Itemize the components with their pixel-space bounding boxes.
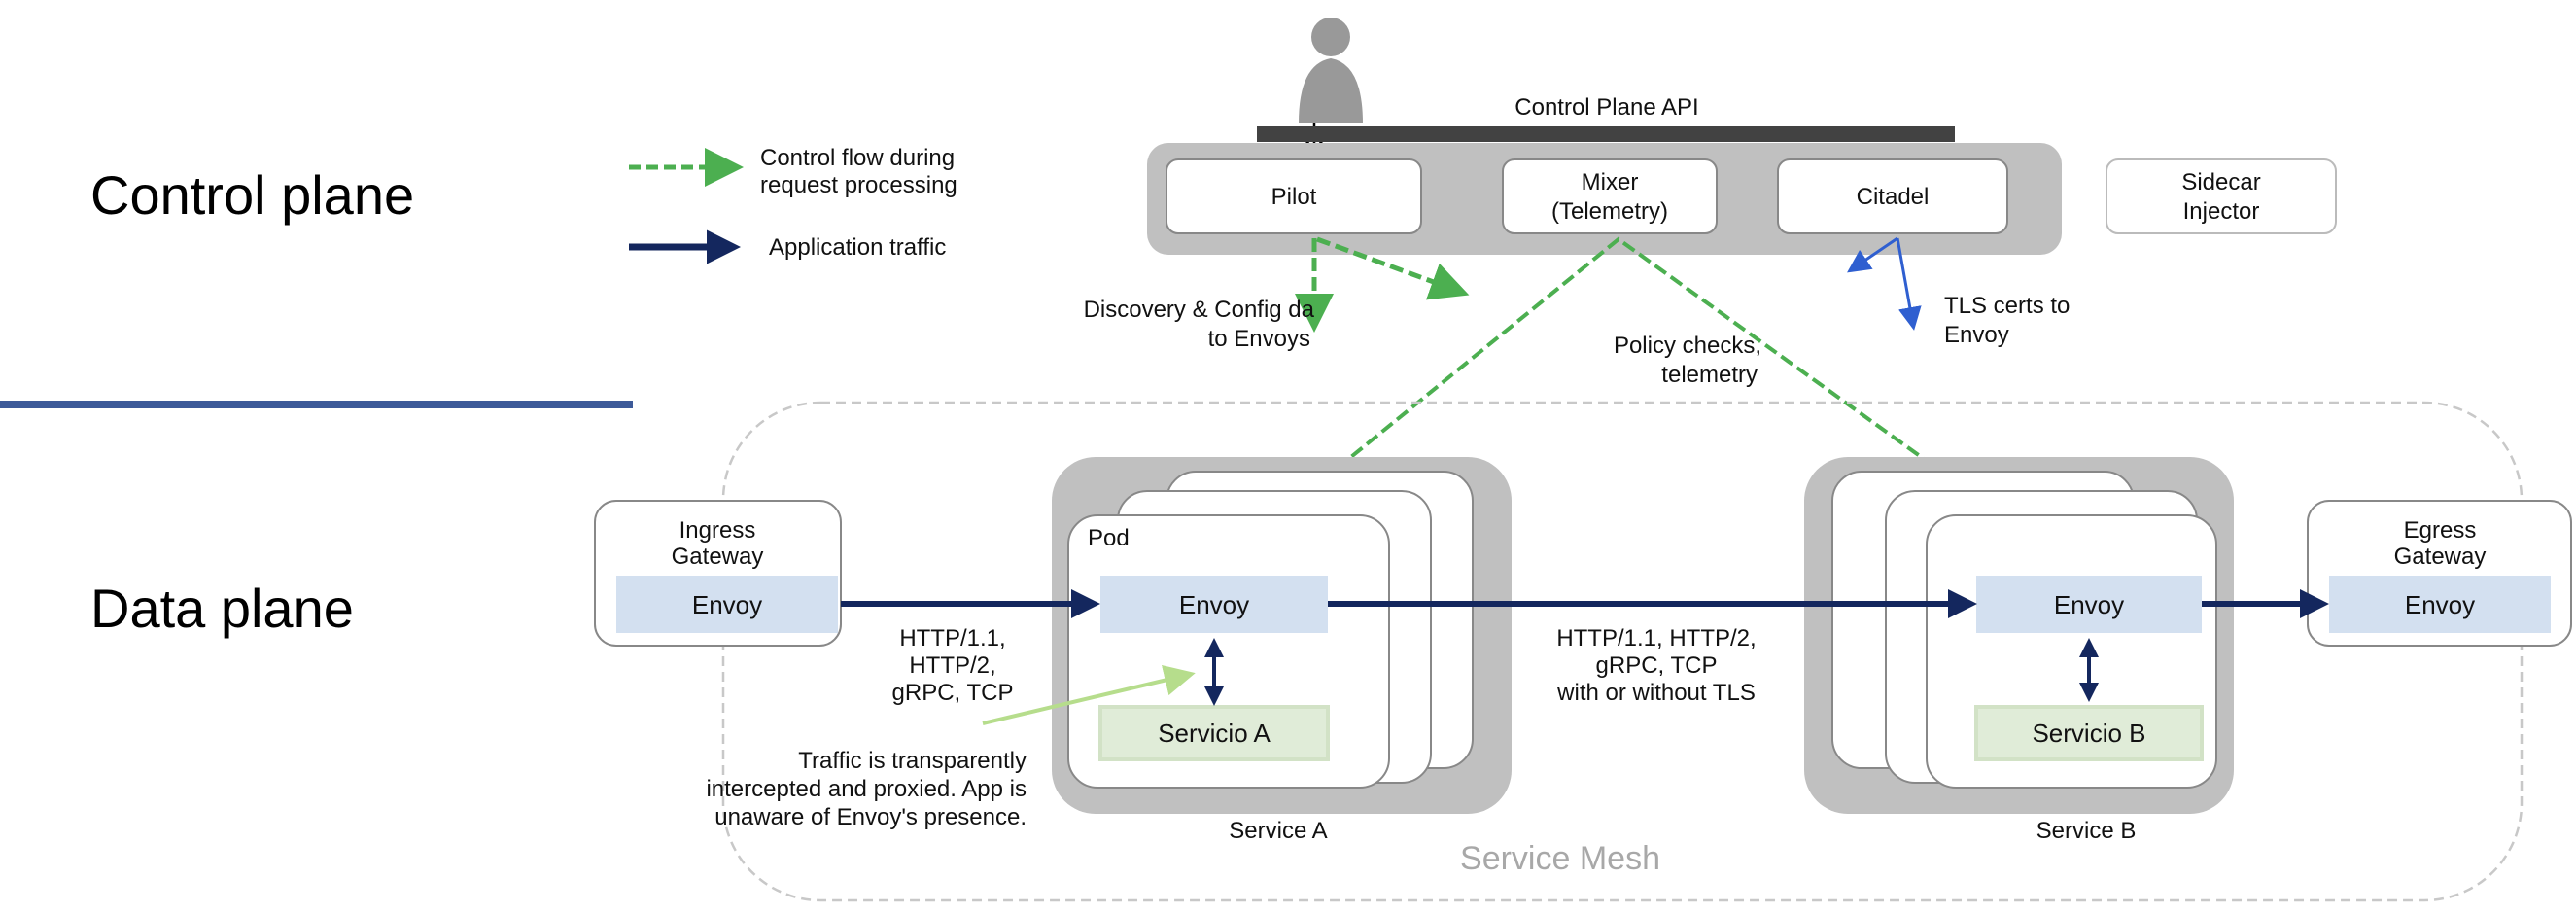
- envoy-b-label: Envoy: [2054, 590, 2124, 619]
- tls-text-2: Envoy: [1944, 322, 2009, 348]
- data-plane-label: Data plane: [90, 578, 354, 639]
- traffic-note-3: unaware of Envoy's presence.: [714, 804, 1027, 830]
- policy-text-2: telemetry: [1661, 362, 1758, 388]
- proto-left-1: HTTP/1.1,: [899, 625, 1005, 651]
- control-plane-api-bar: [1257, 126, 1955, 142]
- pod-label: Pod: [1088, 525, 1130, 551]
- egress-label-1: Egress: [2404, 517, 2477, 544]
- mixer-label-2: (Telemetry): [1551, 198, 1668, 225]
- service-mesh-label: Service Mesh: [1460, 840, 1660, 877]
- ingress-label-2: Gateway: [672, 544, 764, 570]
- egress-envoy-label: Envoy: [2405, 590, 2475, 619]
- plane-divider: [0, 401, 633, 408]
- mixer-label-1: Mixer: [1582, 169, 1639, 195]
- user-icon: [1299, 18, 1363, 123]
- service-b-label: Service B: [2036, 818, 2137, 844]
- citadel-label: Citadel: [1857, 184, 1930, 210]
- pilot-label: Pilot: [1271, 184, 1317, 210]
- ingress-label-1: Ingress: [679, 517, 756, 544]
- discovery-text-2: to Envoys: [1208, 326, 1310, 352]
- proto-left-2: HTTP/2,: [909, 652, 995, 679]
- legend-control-flow-text-2: request processing: [760, 172, 957, 198]
- discovery-text-1: Discovery & Config da: [1084, 297, 1315, 323]
- istio-architecture-diagram: Control plane Data plane Control flow du…: [0, 18, 2572, 902]
- legend-app-traffic-text: Application traffic: [769, 234, 946, 261]
- control-plane-api-label: Control Plane API: [1514, 94, 1698, 121]
- sidecar-label-1: Sidecar: [2181, 169, 2260, 195]
- envoy-a-label: Envoy: [1179, 590, 1249, 619]
- service-a-label: Service A: [1229, 818, 1327, 844]
- ingress-envoy-label: Envoy: [692, 590, 762, 619]
- servicio-b-label: Servicio B: [2032, 719, 2145, 748]
- servicio-a-label: Servicio A: [1158, 719, 1271, 748]
- traffic-note-1: Traffic is transparently: [798, 748, 1027, 774]
- legend-control-flow-text-1: Control flow during: [760, 145, 955, 171]
- egress-label-2: Gateway: [2394, 544, 2487, 570]
- tls-text-1: TLS certs to: [1944, 293, 2070, 319]
- policy-text-1: Policy checks,: [1614, 333, 1761, 359]
- proto-mid-1: HTTP/1.1, HTTP/2,: [1556, 625, 1756, 651]
- proto-mid-2: gRPC, TCP: [1596, 652, 1718, 679]
- proto-mid-3: with or without TLS: [1556, 680, 1756, 706]
- proto-left-3: gRPC, TCP: [892, 680, 1014, 706]
- control-plane-label: Control plane: [90, 164, 414, 226]
- traffic-note-2: intercepted and proxied. App is: [706, 776, 1027, 802]
- sidecar-label-2: Injector: [2183, 198, 2260, 225]
